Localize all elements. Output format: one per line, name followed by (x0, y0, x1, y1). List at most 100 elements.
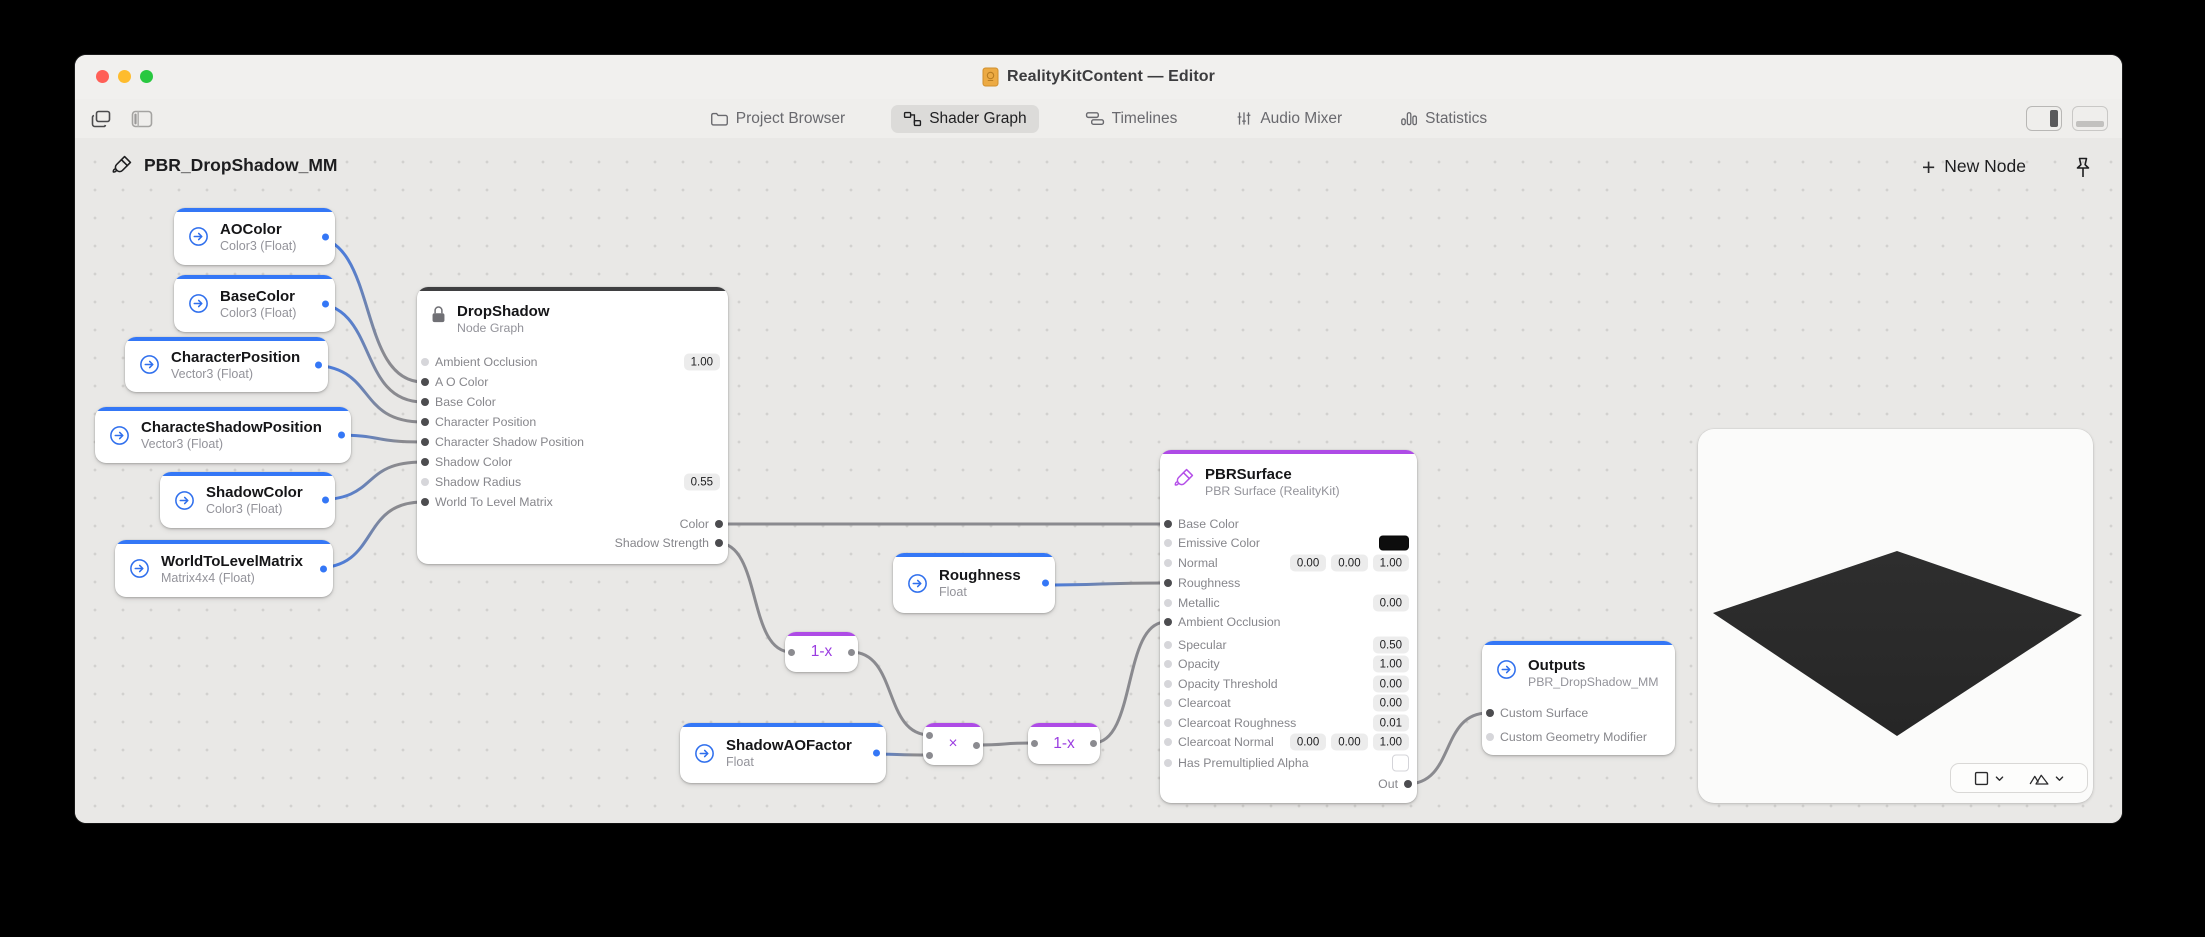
output-port[interactable] (715, 520, 723, 528)
shader-graph-canvas[interactable]: PBR_DropShadow_MM + New Node AOColor Col… (75, 138, 2122, 823)
input-port[interactable] (1164, 699, 1172, 707)
output-port[interactable] (322, 496, 329, 504)
output-port[interactable] (715, 539, 723, 547)
input-port[interactable] (1164, 759, 1172, 767)
node-title: DropShadow (457, 303, 550, 320)
tab-statistics[interactable]: Statistics (1388, 105, 1499, 133)
node-DropShadow[interactable]: DropShadow Node Graph Ambient Occlusion … (417, 287, 728, 564)
input-port[interactable] (421, 418, 429, 426)
output-port[interactable] (322, 233, 329, 240)
input-label: Ambient Occlusion (1178, 615, 1281, 629)
value-field[interactable]: 0.00 (1372, 694, 1409, 712)
node-Multiply[interactable]: × (923, 723, 983, 765)
input-row: Normal 0.00 0.00 1.00 (1160, 554, 1417, 572)
node-CharacteShadowPosition[interactable]: CharacteShadowPosition Vector3 (Float) (95, 407, 351, 463)
output-port[interactable] (1404, 780, 1412, 788)
output-port[interactable] (873, 749, 880, 757)
node-accent-bar (174, 275, 335, 279)
input-port[interactable] (1486, 709, 1494, 717)
node-Outputs[interactable]: Outputs PBR_DropShadow_MM Custom Surface… (1482, 641, 1675, 755)
value-field[interactable]: 1.00 (683, 353, 720, 371)
input-port[interactable] (1164, 680, 1172, 688)
input-row: Has Premultiplied Alpha (1160, 754, 1417, 772)
input-port[interactable] (1164, 520, 1172, 528)
mountains-icon (2028, 770, 2050, 787)
input-port[interactable] (421, 498, 429, 506)
node-PBRSurface[interactable]: PBRSurface PBR Surface (RealityKit) Base… (1160, 450, 1417, 803)
input-port[interactable] (926, 731, 933, 739)
input-port[interactable] (421, 358, 429, 366)
input-port[interactable] (421, 438, 429, 446)
node-ShadowColor[interactable]: ShadowColor Color3 (Float) (160, 472, 335, 528)
output-port[interactable] (322, 300, 329, 307)
tab-timelines[interactable]: Timelines (1073, 105, 1190, 133)
output-port[interactable] (1042, 579, 1049, 587)
input-label: Character Position (435, 415, 537, 429)
input-port[interactable] (421, 378, 429, 386)
material-preview-panel[interactable] (1698, 429, 2093, 803)
node-CharacterPosition[interactable]: CharacterPosition Vector3 (Float) (125, 337, 328, 392)
toggle-right-panel-button[interactable] (2026, 106, 2062, 131)
node-subtitle: Matrix4x4 (Float) (161, 570, 255, 585)
output-port[interactable] (1090, 739, 1097, 747)
input-port[interactable] (421, 458, 429, 466)
input-port[interactable] (1164, 539, 1172, 547)
tab-project-browser[interactable]: Project Browser (698, 105, 857, 133)
checkbox[interactable] (1392, 754, 1409, 772)
input-port[interactable] (1164, 618, 1172, 626)
value-field[interactable]: 0.00 (1372, 675, 1409, 693)
input-port[interactable] (926, 751, 933, 759)
value-field[interactable]: 0.01 (1372, 714, 1409, 732)
output-port[interactable] (848, 648, 855, 656)
input-port[interactable] (421, 478, 429, 486)
value-field[interactable]: 1.00 (1372, 554, 1409, 572)
wire (974, 741, 1035, 747)
input-port[interactable] (1031, 739, 1038, 747)
value-field[interactable]: 0.00 (1331, 554, 1368, 572)
input-row: A O Color (417, 373, 728, 391)
output-port[interactable] (315, 361, 322, 368)
value-field[interactable]: 0.00 (1289, 733, 1327, 751)
input-port[interactable] (1164, 738, 1172, 746)
input-port[interactable] (1164, 559, 1172, 567)
toggle-bottom-panel-button[interactable] (2072, 106, 2108, 131)
output-port[interactable] (320, 565, 327, 572)
arrow-circle-icon (187, 292, 210, 315)
value-field[interactable]: 0.00 (1372, 594, 1409, 612)
node-OneMinusA[interactable]: 1-x (785, 632, 858, 672)
value-field[interactable]: 1.00 (1372, 733, 1409, 751)
node-ShadowAOFactor[interactable]: ShadowAOFactor Float (680, 723, 886, 783)
input-row: Metallic 0.00 (1160, 594, 1417, 612)
value-field[interactable]: 1.00 (1372, 655, 1409, 673)
input-port[interactable] (1164, 641, 1172, 649)
input-port[interactable] (1486, 733, 1494, 741)
preview-shape-selector[interactable] (1973, 770, 2005, 787)
input-port[interactable] (1164, 719, 1172, 727)
node-title: CharacterPosition (171, 348, 301, 366)
tab-shader-graph[interactable]: Shader Graph (891, 104, 1039, 133)
input-port[interactable] (1164, 660, 1172, 668)
node-subtitle: Float (939, 585, 967, 599)
input-port[interactable] (421, 398, 429, 406)
tab-audio-mixer[interactable]: Audio Mixer (1223, 105, 1354, 133)
node-Roughness[interactable]: Roughness Float (893, 553, 1055, 613)
input-label: Has Premultiplied Alpha (1178, 756, 1309, 770)
value-field[interactable]: 0.50 (1372, 636, 1409, 654)
value-field[interactable]: 0.55 (683, 473, 720, 491)
node-accent-bar (893, 553, 1055, 557)
preview-environment-selector[interactable] (2028, 770, 2065, 787)
node-OneMinusB[interactable]: 1-x (1028, 723, 1100, 764)
color-swatch[interactable] (1379, 535, 1409, 551)
output-port[interactable] (338, 431, 345, 439)
input-port[interactable] (1164, 579, 1172, 587)
input-port[interactable] (788, 648, 795, 656)
output-port[interactable] (973, 741, 980, 749)
input-row: World To Level Matrix (417, 493, 728, 511)
value-field[interactable]: 0.00 (1289, 554, 1327, 572)
node-BaseColor[interactable]: BaseColor Color3 (Float) (174, 275, 335, 332)
timelines-icon (1085, 110, 1105, 127)
input-port[interactable] (1164, 599, 1172, 607)
node-AOColor[interactable]: AOColor Color3 (Float) (174, 208, 335, 265)
value-field[interactable]: 0.00 (1331, 733, 1368, 751)
node-WorldToLevelMatrix[interactable]: WorldToLevelMatrix Matrix4x4 (Float) (115, 540, 333, 597)
